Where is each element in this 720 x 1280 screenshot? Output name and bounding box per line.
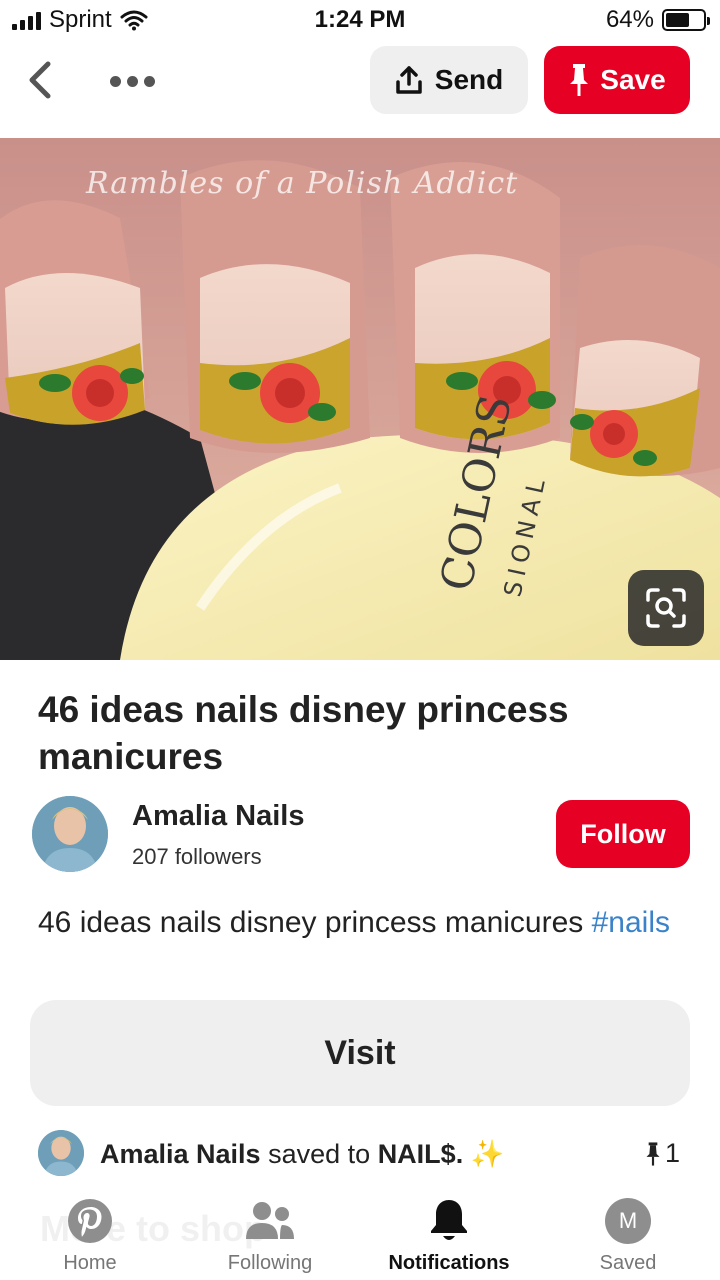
- send-label: Send: [434, 64, 504, 95]
- share-upload-icon: [396, 66, 422, 94]
- saver-avatar[interactable]: [38, 1130, 84, 1176]
- status-bar: Sprint 1:24 PM 64%: [0, 0, 720, 40]
- follow-button[interactable]: Follow: [556, 800, 690, 868]
- tab-notifications-label: Notifications: [388, 1252, 510, 1274]
- save-button[interactable]: Save: [544, 46, 690, 114]
- pin-image[interactable]: COLORS SIONAL Rambles of a Polish Addict: [0, 138, 720, 660]
- creator-avatar-image: [32, 796, 108, 872]
- tab-saved-label: Saved: [599, 1252, 657, 1274]
- creator-followers: 207 followers: [132, 844, 262, 869]
- tab-saved[interactable]: M Saved: [543, 1196, 713, 1280]
- visual-search-button[interactable]: [628, 570, 704, 646]
- people-icon: [246, 1202, 294, 1239]
- chevron-left-icon: [29, 61, 51, 99]
- saved-to-text: Amalia Nails saved to NAIL$. ✨: [100, 1138, 504, 1170]
- save-count-value: 1: [664, 1138, 680, 1168]
- creator-name[interactable]: Amalia Nails: [132, 800, 304, 833]
- nail-art-photo: COLORS SIONAL: [0, 138, 720, 660]
- saved-to-label: saved to: [268, 1139, 371, 1169]
- creator-row: Amalia Nails 207 followers Follow: [32, 796, 692, 876]
- saver-avatar-image: [38, 1130, 84, 1176]
- pin-description: 46 ideas nails disney princess manicures…: [38, 904, 678, 941]
- status-right: 64%: [605, 6, 710, 34]
- visual-search-icon: [646, 588, 686, 628]
- ellipsis-icon: [110, 75, 121, 87]
- pushpin-icon: [646, 1141, 660, 1166]
- description-text: 46 ideas nails disney princess manicures: [38, 906, 592, 939]
- save-count: 1: [645, 1138, 680, 1169]
- battery-icon: [662, 9, 710, 31]
- board-name[interactable]: NAIL$.: [378, 1139, 464, 1169]
- sparkle-icon: ✨: [470, 1139, 505, 1169]
- tab-home[interactable]: Home: [5, 1196, 175, 1280]
- profile-avatar-icon: M: [605, 1198, 651, 1244]
- saver-name[interactable]: Amalia Nails: [100, 1139, 261, 1169]
- image-watermark: Rambles of a Polish Addict: [86, 166, 519, 201]
- pinterest-logo-icon: [68, 1199, 112, 1243]
- pushpin-icon: [570, 64, 589, 96]
- tab-home-label: Home: [63, 1252, 117, 1274]
- battery-level: [666, 13, 690, 27]
- tab-following-label: Following: [227, 1252, 313, 1274]
- top-nav: Send Save: [0, 44, 720, 118]
- visit-button[interactable]: Visit: [30, 1000, 690, 1106]
- pin-title: 46 ideas nails disney princess manicures: [38, 689, 569, 777]
- saved-to-board-row: Amalia Nails saved to NAIL$. ✨ 1: [38, 1130, 688, 1178]
- save-label: Save: [600, 64, 666, 95]
- hashtag-link[interactable]: #nails: [592, 906, 670, 939]
- creator-avatar[interactable]: [32, 796, 108, 872]
- tab-notifications[interactable]: Notifications: [364, 1196, 534, 1280]
- bottom-tab-bar: More to shop Home Following Notification…: [0, 1188, 720, 1280]
- bell-icon: [431, 1200, 467, 1240]
- back-button[interactable]: [20, 58, 64, 102]
- battery-percent: 64%: [605, 6, 654, 33]
- tab-following[interactable]: Following: [185, 1196, 355, 1280]
- more-options-button[interactable]: [110, 66, 162, 96]
- send-button[interactable]: Send: [370, 46, 528, 114]
